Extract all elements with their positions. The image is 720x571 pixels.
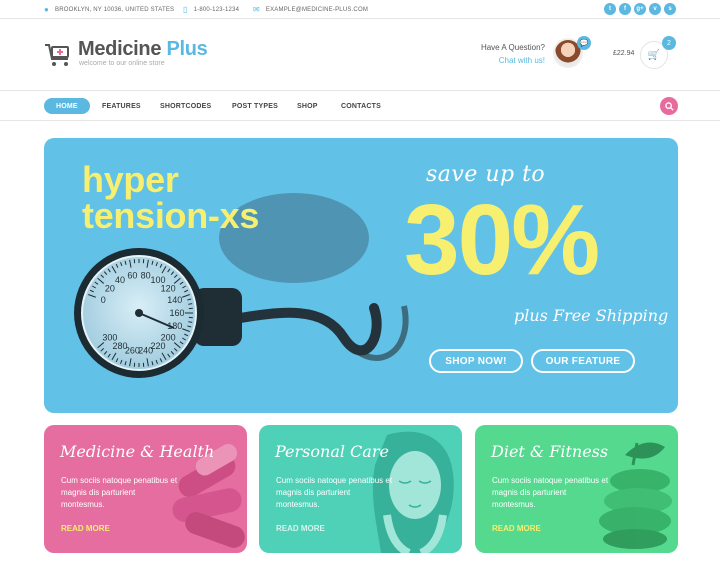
gauge-label: 240: [138, 345, 153, 355]
logo-name-part2[interactable]: Plus: [166, 38, 207, 60]
card-text: Cum sociis natoque penatibus et magnis d…: [276, 476, 393, 509]
read-more-link[interactable]: READ MORE: [61, 524, 110, 533]
gauge-label: 20: [105, 284, 115, 294]
phone-info: ▯ 1-800-123-1234: [183, 0, 239, 19]
phone-text: 1-800-123-1234: [193, 6, 240, 13]
logo-cart-icon[interactable]: [44, 42, 72, 68]
card-text: Cum sociis natoque penatibus et magnis d…: [492, 476, 609, 509]
top-bar: ● BROOKLYN, NY 10036, UNITED STATES ▯ 1-…: [0, 0, 720, 19]
shop-now-button[interactable]: SHOP NOW!: [429, 349, 523, 373]
gauge-label: 0: [101, 295, 106, 305]
gauge-label: 140: [167, 295, 182, 305]
chat-bubble-icon[interactable]: 💬: [577, 36, 591, 50]
card-title: Medicine & Health: [60, 442, 215, 461]
search-icon: [664, 101, 674, 111]
main-nav: HOME FEATURES SHORTCODES POST TYPES SHOP…: [0, 90, 720, 121]
our-feature-button[interactable]: OUR FEATURE: [531, 349, 635, 373]
logo-title[interactable]: Medicine Plus: [78, 38, 208, 61]
phone-icon: ▯: [183, 4, 188, 14]
nav-shortcodes[interactable]: SHORTCODES: [160, 98, 211, 114]
hero-title-line2: tension-xs: [82, 195, 260, 236]
cart-count-badge: 2: [662, 36, 676, 50]
card-diet-fitness[interactable]: Diet & Fitness Cum sociis natoque penati…: [475, 425, 678, 553]
email-info[interactable]: ✉ EXAMPLE@MEDICINE-PLUS.COM: [253, 0, 368, 19]
gauge-label: 300: [102, 332, 117, 342]
read-more-link[interactable]: READ MORE: [492, 524, 541, 533]
contact-box: Have A Question? Chat with us!: [481, 43, 545, 65]
hero-discount: 30%: [404, 184, 600, 296]
question-text: Have A Question?: [480, 43, 545, 52]
card-medicine-health[interactable]: Medicine & Health Cum sociis natoque pen…: [44, 425, 247, 553]
card-title: Personal Care: [275, 442, 389, 461]
nav-post-types[interactable]: POST TYPES: [232, 98, 278, 114]
gauge-label: 40: [115, 275, 125, 285]
logo-tagline: welcome to our online store: [79, 60, 165, 67]
hero-banner: 0 20 40 60 80 100 120 140 160 180 200 220 240 260 280 3…: [44, 138, 678, 413]
cart-total: £22.94: [613, 50, 635, 57]
chat-link[interactable]: Chat with us!: [481, 56, 545, 65]
map-pin-icon: ●: [44, 4, 50, 14]
gauge-tick: [188, 303, 193, 305]
hero-title-line1: hyper: [82, 159, 179, 200]
facebook-icon[interactable]: f: [619, 3, 631, 15]
nav-shop[interactable]: SHOP: [297, 98, 318, 114]
twitter-icon[interactable]: t: [604, 3, 616, 15]
gauge-tick: [188, 321, 193, 323]
social-links: t f g+ v s: [604, 3, 676, 15]
nav-home[interactable]: HOME: [44, 98, 90, 114]
address-text: BROOKLYN, NY 10036, UNITED STATES: [55, 6, 175, 13]
email-text[interactable]: EXAMPLE@MEDICINE-PLUS.COM: [266, 7, 368, 13]
google-plus-icon[interactable]: g+: [634, 3, 646, 15]
gauge-label: 120: [161, 284, 176, 294]
gauge-label: 160: [169, 308, 184, 318]
logo-name-part1[interactable]: Medicine: [78, 38, 161, 60]
card-text: Cum sociis natoque penatibus et magnis d…: [61, 476, 178, 509]
hero-title: hyper tension-xs: [82, 162, 259, 234]
nav-contacts[interactable]: CONTACTS: [341, 98, 381, 114]
address-info: ● BROOKLYN, NY 10036, UNITED STATES: [44, 0, 174, 19]
read-more-link[interactable]: READ MORE: [276, 524, 325, 533]
skype-icon[interactable]: s: [664, 3, 676, 15]
hero-shipping-text: plus Free Shipping: [514, 306, 669, 325]
gauge-label: 80: [141, 271, 151, 281]
gauge-label: 60: [127, 271, 137, 281]
card-personal-care[interactable]: Personal Care Cum sociis natoque penatib…: [259, 425, 462, 553]
card-title: Diet & Fitness: [491, 442, 609, 461]
search-button[interactable]: [660, 97, 678, 115]
envelope-icon: ✉: [253, 4, 260, 14]
vimeo-icon[interactable]: v: [649, 3, 661, 15]
nav-features[interactable]: FEATURES: [102, 98, 141, 114]
shopping-cart-icon: 🛒: [647, 49, 661, 61]
